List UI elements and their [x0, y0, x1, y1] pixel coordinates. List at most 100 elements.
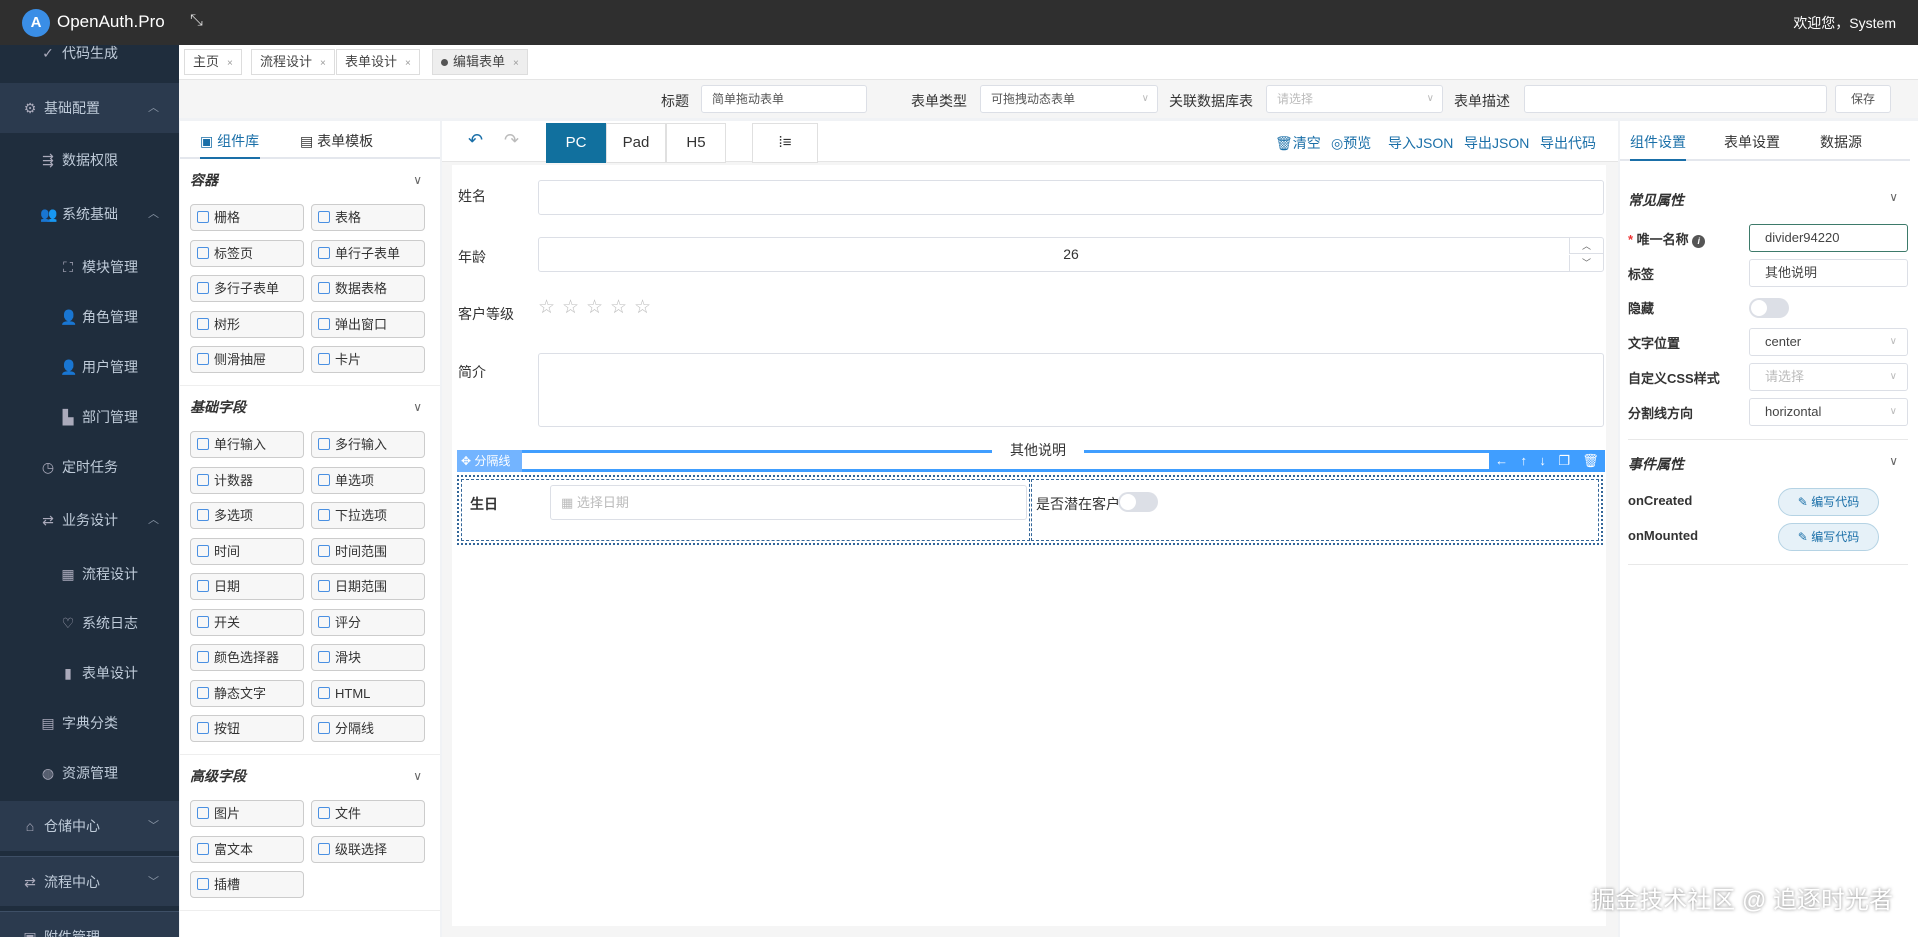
divider-widget-selected[interactable]: ✥ 分隔线 其他说明 ← ↑ ↓ ❐ 🗑 [457, 440, 1605, 472]
copy-icon[interactable]: ❐ [1558, 450, 1570, 472]
sidebar-item[interactable]: 👤 角色管理 [0, 292, 179, 342]
sidebar-item[interactable]: ✓ 代码生成 [0, 45, 179, 78]
redo-icon[interactable]: ↷ [504, 130, 519, 151]
component-button[interactable]: 树形 [190, 310, 304, 338]
birthday-date-picker[interactable]: ▦ 选择日期 [550, 485, 1027, 520]
write-code-button[interactable]: ✎ 编写代码 [1778, 488, 1879, 516]
component-button[interactable]: 颜色选择器 [190, 644, 304, 671]
tab-2[interactable]: 流程设计 × [251, 49, 335, 75]
age-stepper[interactable]: 26 ︿ ﹀ [538, 237, 1604, 272]
intro-textarea[interactable] [538, 353, 1604, 427]
title-input[interactable]: 简单拖动表单 [701, 85, 867, 113]
tab-data-source[interactable]: 数据源 [1820, 132, 1862, 152]
star-icon[interactable]: ☆ [562, 296, 579, 319]
tree-view-button[interactable]: ⁞≡ [752, 123, 818, 163]
component-button[interactable]: 多行输入 [311, 431, 425, 458]
sidebar-item[interactable]: ▣ 附件管理 [0, 911, 179, 937]
sidebar-item[interactable]: ⛶ 模块管理 [0, 242, 179, 292]
grid-column[interactable]: 生日 ▦ 选择日期 [461, 479, 1030, 541]
tab-4[interactable]: 编辑表单 × [432, 49, 528, 75]
component-button[interactable]: 文件 [311, 800, 425, 827]
undo-icon[interactable]: ↶ [468, 130, 483, 151]
component-button[interactable]: 日期范围 [311, 573, 425, 600]
component-button[interactable]: 按钮 [190, 715, 304, 742]
info-icon[interactable]: i [1692, 235, 1706, 248]
component-button[interactable]: HTML [311, 679, 425, 707]
sidebar-item[interactable]: ▤ 字典分类 [0, 698, 179, 748]
unique-name-input[interactable]: divider94220 [1749, 224, 1908, 252]
clear-button[interactable]: 🗑清空 [1275, 133, 1321, 153]
move-down-icon[interactable]: ↓ [1539, 450, 1546, 472]
section-header[interactable]: 基础字段 ∨ [190, 386, 428, 431]
component-button[interactable]: 多行子表单 [190, 275, 304, 302]
save-button[interactable]: 保存 [1835, 85, 1891, 113]
star-icon[interactable]: ☆ [586, 296, 603, 319]
sidebar-item[interactable]: ▙ 部门管理 [0, 392, 179, 442]
tag-input[interactable]: 其他说明 [1749, 259, 1908, 287]
component-button[interactable]: 数据表格 [311, 275, 425, 302]
sidebar-item[interactable]: 👥 系统基础 ︿ [0, 189, 179, 239]
divider-direction-select[interactable]: horizontal ∨ [1749, 398, 1908, 426]
component-button[interactable]: 插槽 [190, 871, 304, 898]
text-position-select[interactable]: center ∨ [1749, 328, 1908, 356]
sidebar-item[interactable]: ▮ 表单设计 [0, 648, 179, 698]
import-json-button[interactable]: 导入JSON [1388, 133, 1453, 153]
preview-button[interactable]: ◎预览 [1331, 133, 1371, 153]
component-button[interactable]: 开关 [190, 608, 304, 636]
move-up-icon[interactable]: ↑ [1521, 450, 1528, 472]
close-icon[interactable]: × [227, 58, 233, 69]
chevron-down-icon[interactable]: ∨ [1889, 190, 1898, 204]
sidebar-item[interactable]: ⇄ 业务设计 ︿ [0, 495, 179, 545]
export-code-button[interactable]: 导出代码 [1540, 133, 1596, 153]
component-button[interactable]: 单行子表单 [311, 239, 425, 267]
tab-form-settings[interactable]: 表单设置 [1724, 132, 1780, 152]
component-button[interactable]: 分隔线 [311, 715, 425, 742]
tab-form-templates[interactable]: ▤ 表单模板 [300, 131, 373, 151]
tab-component-settings[interactable]: 组件设置 [1630, 132, 1686, 152]
sidebar-item[interactable]: ⇄ 流程中心 ﹀ [0, 856, 179, 906]
component-button[interactable]: 滑块 [311, 644, 425, 671]
select-parent-icon[interactable]: ← [1495, 450, 1508, 472]
component-button[interactable]: 卡片 [311, 346, 425, 373]
sidebar-item[interactable]: ◷ 定时任务 [0, 442, 179, 492]
component-button[interactable]: 单选项 [311, 466, 425, 494]
sidebar-item[interactable]: ◍ 资源管理 [0, 748, 179, 798]
custom-css-select[interactable]: 请选择 ∨ [1749, 363, 1908, 391]
component-button[interactable]: 单行输入 [190, 431, 304, 458]
component-button[interactable]: 日期 [190, 573, 304, 600]
device-h5-button[interactable]: H5 [666, 123, 726, 163]
section-header[interactable]: 高级字段 ∨ [190, 755, 428, 800]
component-button[interactable]: 弹出窗口 [311, 310, 425, 338]
component-button[interactable]: 评分 [311, 608, 425, 636]
sidebar-item[interactable]: ⚙ 基础配置 ︿ [0, 83, 179, 133]
component-button[interactable]: 时间 [190, 537, 304, 565]
write-code-button[interactable]: ✎ 编写代码 [1778, 523, 1879, 551]
sidebar-item[interactable]: ⇶ 数据权限 [0, 135, 179, 185]
device-pad-button[interactable]: Pad [606, 123, 666, 163]
tab-3[interactable]: 表单设计 × [336, 49, 420, 75]
close-icon[interactable]: × [513, 58, 519, 69]
device-pc-button[interactable]: PC [546, 123, 606, 163]
potential-customer-switch[interactable] [1118, 492, 1158, 512]
form-desc-input[interactable] [1524, 85, 1827, 113]
close-icon[interactable]: × [405, 58, 411, 69]
drag-handle[interactable]: ✥ 分隔线 [457, 450, 522, 472]
component-button[interactable]: 级联选择 [311, 835, 425, 863]
tab-1[interactable]: 主页 × [184, 49, 242, 75]
db-table-select[interactable]: 请选择 ∨ [1266, 85, 1443, 113]
increment-icon[interactable]: ︿ [1569, 238, 1603, 254]
grid-column[interactable]: 是否潜在客户 [1031, 479, 1599, 541]
component-button[interactable]: 多选项 [190, 502, 304, 529]
export-json-button[interactable]: 导出JSON [1464, 133, 1529, 153]
component-button[interactable]: 表格 [311, 204, 425, 231]
star-icon[interactable]: ☆ [538, 296, 555, 319]
collapse-icon[interactable]: ⤡ [190, 12, 203, 30]
component-button[interactable]: 侧滑抽屉 [190, 346, 304, 373]
component-button[interactable]: 栅格 [190, 204, 304, 231]
user-welcome[interactable]: 欢迎您，System [1793, 13, 1896, 33]
form-type-select[interactable]: 可拖拽动态表单 ∨ [980, 85, 1158, 113]
delete-icon[interactable]: 🗑 [1582, 450, 1599, 472]
sidebar-item[interactable]: 👤 用户管理 [0, 342, 179, 392]
name-input[interactable] [538, 180, 1604, 215]
hidden-switch[interactable] [1749, 298, 1789, 318]
